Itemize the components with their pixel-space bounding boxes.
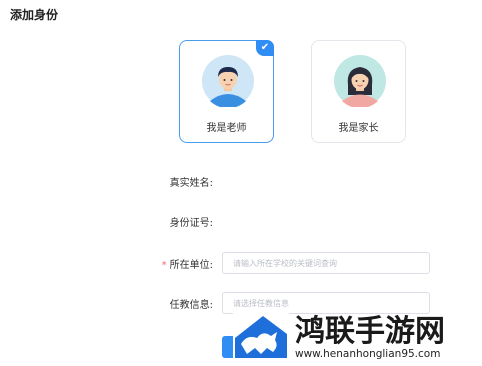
page-title: 添加身份: [10, 8, 59, 22]
role-label-parent: 我是家长: [338, 123, 379, 134]
required-mark: *: [161, 260, 167, 271]
watermark-title: 鸿联手游网: [295, 314, 445, 349]
role-card-parent[interactable]: 我是家长: [311, 40, 406, 143]
unit-search-input[interactable]: 请输入所在学校的关键词查询: [222, 252, 430, 274]
real-name-label: 真实姓名:: [169, 178, 213, 189]
role-card-teacher[interactable]: 我是老师 ✔: [179, 40, 274, 143]
watermark-url: www.henanhonglian95.com: [295, 348, 441, 360]
role-label-teacher: 我是老师: [206, 123, 247, 134]
house-logo-icon: [233, 310, 289, 360]
unit-label-text: 所在单位:: [169, 260, 213, 271]
male-avatar-icon: [202, 55, 254, 107]
check-icon: ✔: [256, 40, 274, 56]
unit-label: * 所在单位:: [133, 256, 213, 271]
teaching-info-label: 任教信息:: [169, 300, 213, 311]
female-avatar-icon: [334, 55, 386, 107]
watermark: 鸿联手游网 www.henanhonglian95.com: [233, 306, 473, 364]
id-number-label: 身份证号:: [169, 218, 213, 229]
unit-placeholder: 请输入所在学校的关键词查询: [233, 259, 337, 268]
